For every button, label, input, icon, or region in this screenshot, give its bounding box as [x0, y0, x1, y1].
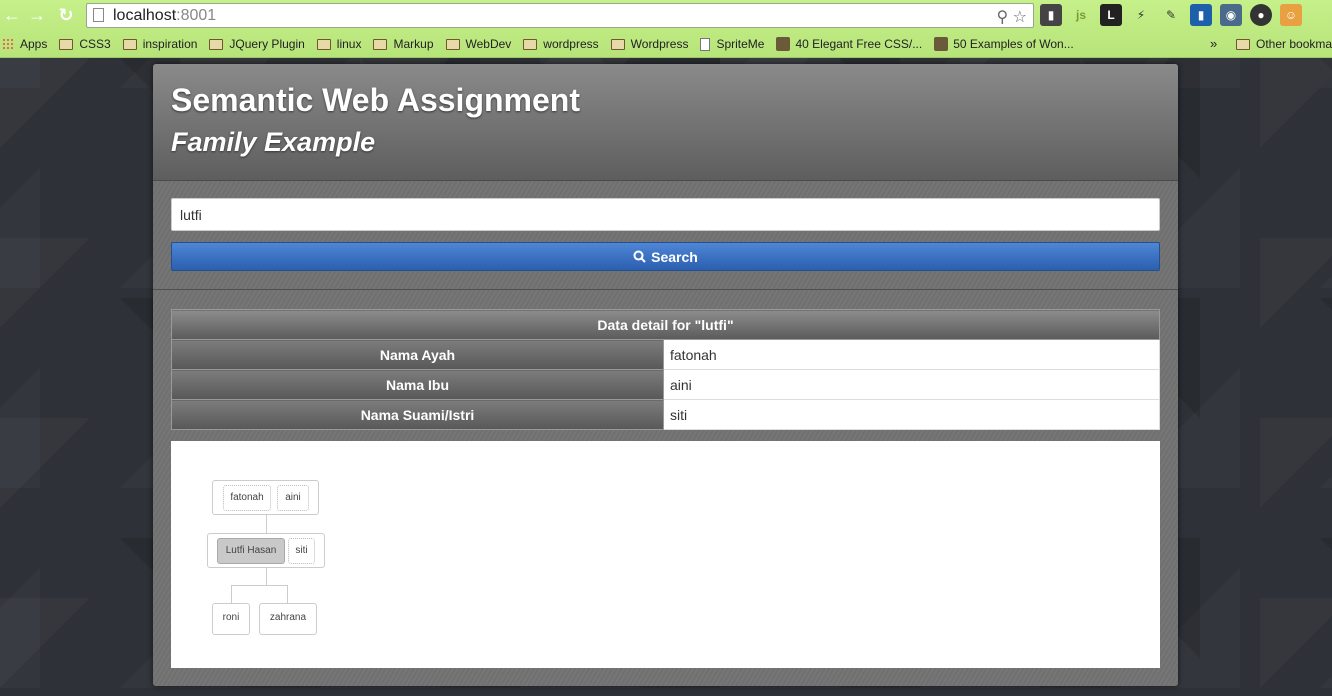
table-row: Nama Ayah fatonah: [171, 339, 1160, 370]
eyedropper-extension-icon[interactable]: ✎: [1160, 4, 1182, 26]
face-extension-icon[interactable]: ☺: [1280, 4, 1302, 26]
document-icon: [700, 37, 711, 51]
bookmark-item[interactable]: Wordpress: [610, 37, 689, 51]
bookmark-label: inspiration: [142, 37, 198, 51]
bolt-extension-icon[interactable]: ⚡: [1130, 4, 1152, 26]
back-icon[interactable]: ←: [2, 5, 22, 25]
folder-icon: [59, 38, 74, 50]
bookmark-item[interactable]: inspiration: [122, 37, 198, 51]
extension-icon[interactable]: ▮: [1040, 4, 1062, 26]
l-extension-icon[interactable]: L: [1100, 4, 1122, 26]
tree-connector: [231, 585, 232, 603]
bookmark-item[interactable]: CSS3: [59, 37, 111, 51]
folder-icon: [610, 38, 625, 50]
forward-icon[interactable]: →: [27, 5, 47, 25]
folder-icon: [373, 38, 388, 50]
detail-value: siti: [663, 399, 1160, 430]
bookmark-item[interactable]: SpriteMe: [700, 37, 764, 51]
page-subtitle: Family Example: [171, 127, 376, 157]
camera-extension-icon[interactable]: ◉: [1220, 4, 1242, 26]
bookmark-item[interactable]: 40 Elegant Free CSS/...: [776, 37, 922, 51]
tree-node-self[interactable]: Lutfi Hasan: [217, 538, 285, 564]
bookmarks-more[interactable]: »: [1210, 32, 1217, 56]
detail-table: Data detail for "lutfi" Nama Ayah fatona…: [171, 309, 1160, 430]
tree-node-father[interactable]: fatonah: [223, 485, 271, 511]
page-icon: [93, 8, 104, 22]
detail-value: aini: [663, 369, 1160, 400]
browser-chrome: ← → ↻ localhost:8001 ⚲ ☆ ▮ js L ⚡ ✎ ▮ ◉ …: [0, 0, 1332, 58]
table-row: Nama Suami/Istri siti: [171, 399, 1160, 430]
site-icon: [776, 37, 791, 51]
main-card: Semantic Web Assignment Family Example S…: [153, 64, 1178, 686]
bookmark-item[interactable]: wordpress: [523, 37, 599, 51]
extensions-bar: ▮ js L ⚡ ✎ ▮ ◉ ● ☺: [1040, 4, 1302, 28]
folder-icon: [316, 38, 331, 50]
tree-connector: [266, 568, 267, 585]
url-port: :8001: [176, 7, 217, 24]
search-icon: [633, 250, 646, 263]
bookmark-item[interactable]: Apps: [2, 37, 47, 51]
other-bookmarks-label: Other bookma: [1256, 37, 1332, 51]
card-header: Semantic Web Assignment Family Example: [153, 64, 1178, 181]
bookmark-label: JQuery Plugin: [229, 37, 305, 51]
folder-icon: [209, 38, 224, 50]
other-bookmarks[interactable]: Other bookma: [1236, 32, 1332, 56]
stats-extension-icon[interactable]: ▮: [1190, 4, 1212, 26]
search-section: Search: [153, 181, 1178, 290]
search-button-label: Search: [651, 248, 698, 265]
folder-icon: [122, 38, 137, 50]
bookmark-label: Markup: [393, 37, 434, 51]
bookmarks-bar: Apps CSS3 inspiration JQuery Plugin linux Mar…: [0, 32, 1332, 56]
bookmark-label: linux: [336, 37, 362, 51]
table-row: Nama Ibu aini: [171, 369, 1160, 400]
url-host: localhost: [113, 7, 177, 24]
site-icon: [934, 37, 949, 51]
results-section: Data detail for "lutfi" Nama Ayah fatona…: [153, 290, 1178, 686]
detail-key: Nama Ayah: [171, 339, 664, 370]
color-extension-icon[interactable]: ●: [1250, 4, 1272, 26]
tree-node-child[interactable]: roni: [215, 606, 247, 632]
bookmark-label: wordpress: [543, 37, 599, 51]
folder-icon: [445, 38, 460, 50]
js-extension-icon[interactable]: js: [1070, 4, 1092, 26]
detail-value: fatonah: [663, 339, 1160, 370]
page-title: Semantic Web Assignment: [171, 82, 580, 118]
zoom-star-icons[interactable]: ⚲ ☆: [996, 6, 1027, 29]
bookmark-label: WebDev: [465, 37, 512, 51]
bookmark-item[interactable]: JQuery Plugin: [209, 37, 305, 51]
bookmark-item[interactable]: 50 Examples of Won...: [934, 37, 1074, 51]
tree-connector: [231, 585, 288, 586]
tree-node-child[interactable]: zahrana: [262, 606, 314, 632]
bookmark-label: 40 Elegant Free CSS/...: [795, 37, 923, 51]
search-input[interactable]: [171, 198, 1160, 231]
detail-key: Nama Ibu: [171, 369, 664, 400]
tree-node-mother[interactable]: aini: [277, 485, 309, 511]
folder-icon: [1236, 38, 1250, 50]
address-bar[interactable]: localhost:8001 ⚲ ☆: [86, 3, 1034, 28]
bookmark-label: CSS3: [79, 37, 111, 51]
tree-node-spouse[interactable]: siti: [288, 538, 315, 564]
folder-icon: [523, 38, 538, 50]
bookmark-item[interactable]: WebDev: [445, 37, 512, 51]
family-tree: fatonah aini Lutfi Hasan siti roni zahra…: [171, 441, 1160, 668]
tree-connector: [266, 515, 267, 533]
reload-icon[interactable]: ↻: [56, 5, 76, 25]
search-button[interactable]: Search: [171, 242, 1160, 271]
detail-caption: Data detail for "lutfi": [171, 309, 1160, 340]
detail-key: Nama Suami/Istri: [171, 399, 664, 430]
bookmark-label: 50 Examples of Won...: [953, 37, 1074, 51]
apps-icon: [2, 38, 14, 50]
bookmark-label: Apps: [20, 37, 48, 51]
bookmark-item[interactable]: Markup: [373, 37, 434, 51]
bookmark-label: Wordpress: [630, 37, 689, 51]
tree-connector: [287, 585, 288, 603]
bookmark-label: SpriteMe: [716, 37, 765, 51]
bookmark-item[interactable]: linux: [316, 37, 362, 51]
